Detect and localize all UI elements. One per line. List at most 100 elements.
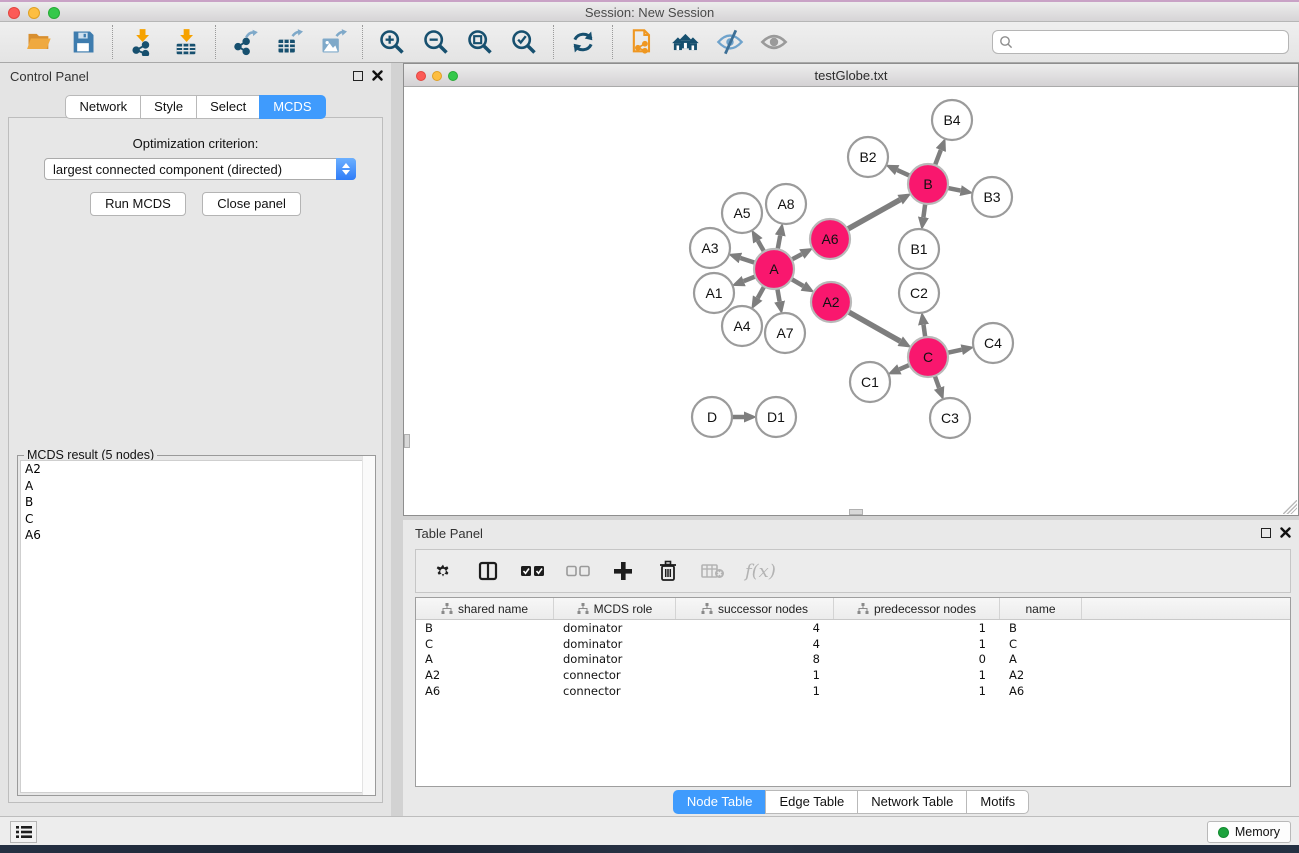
close-panel-icon[interactable] [1280,527,1291,538]
splitter-handle[interactable] [849,509,863,515]
table-cell[interactable]: A2 [416,668,554,682]
show-column-icon[interactable] [475,558,501,584]
table-cell[interactable]: B [416,621,554,635]
mcds-result-scrollbar[interactable] [362,456,375,795]
column-header[interactable]: name [1000,598,1082,619]
table-cell[interactable]: dominator [554,652,676,666]
deselect-all-icon[interactable] [565,558,591,584]
mcds-result-list[interactable]: A2ABCA6 [20,460,373,793]
zoom-fit-icon[interactable] [465,27,495,57]
column-header[interactable]: MCDS role [554,598,676,619]
network-edge-A2-C[interactable] [847,311,901,341]
network-window-titlebar[interactable]: testGlobe.txt [404,64,1298,87]
network-node-label: A2 [822,294,839,310]
add-row-icon[interactable] [610,558,636,584]
table-cell[interactable]: 1 [834,621,1000,635]
mcds-result-item[interactable]: A2 [21,461,372,478]
table-cell[interactable]: 4 [676,621,834,635]
delete-row-icon[interactable] [655,558,681,584]
table-cell[interactable]: B [1000,621,1082,635]
tab-mcds[interactable]: MCDS [259,95,325,119]
task-history-button[interactable] [10,821,37,843]
tab-node-table[interactable]: Node Table [673,790,767,814]
column-settings-gear-icon[interactable] [430,558,456,584]
desktop-background [0,845,1299,853]
refresh-layout-icon[interactable] [568,27,598,57]
table-cell[interactable]: 0 [834,652,1000,666]
export-image-icon[interactable] [318,27,348,57]
table-cell[interactable]: 1 [834,684,1000,698]
table-cell[interactable]: 1 [834,637,1000,651]
search-field[interactable] [992,30,1289,54]
table-cell[interactable]: A [416,652,554,666]
table-cell[interactable]: connector [554,684,676,698]
select-all-icon[interactable] [520,558,546,584]
mcds-result-item[interactable]: A [21,478,372,495]
memory-button[interactable]: Memory [1207,821,1291,843]
tab-network[interactable]: Network [65,95,141,119]
table-row[interactable]: Adominator80A [416,652,1290,668]
float-panel-icon[interactable] [1261,528,1271,538]
save-session-icon[interactable] [68,27,98,57]
delete-table-icon[interactable] [700,558,726,584]
table-row[interactable]: A6connector11A6 [416,683,1290,699]
table-cell[interactable]: 1 [676,668,834,682]
network-from-document-icon[interactable] [627,27,657,57]
show-all-icon[interactable] [759,27,789,57]
table-cell[interactable]: dominator [554,621,676,635]
mcds-result-item[interactable]: A6 [21,527,372,544]
network-node-label: C4 [984,335,1002,351]
open-session-icon[interactable] [24,27,54,57]
table-cell[interactable]: 1 [676,684,834,698]
table-cell[interactable]: C [416,637,554,651]
tab-select[interactable]: Select [196,95,260,119]
optimization-criterion-select[interactable]: largest connected component (directed) [44,158,356,180]
resize-grip-icon[interactable] [1283,500,1297,514]
hide-selected-icon[interactable] [715,27,745,57]
close-panel-icon[interactable] [372,70,383,81]
first-neighbors-icon[interactable] [671,27,701,57]
table-row[interactable]: A2connector11A2 [416,667,1290,683]
function-builder-icon[interactable]: f(x) [745,561,776,582]
search-input[interactable] [1017,35,1282,50]
table-cell[interactable]: A6 [1000,684,1082,698]
tab-style[interactable]: Style [140,95,197,119]
table-row[interactable]: Bdominator41B [416,620,1290,636]
table-cell[interactable]: connector [554,668,676,682]
network-canvas[interactable]: AA1A3A5A8A4A7A6A2BB1B2B3B4CC1C2C3C4DD1 [405,87,1297,515]
mcds-result-item[interactable]: B [21,494,372,511]
table-cell[interactable]: A6 [416,684,554,698]
table-cell[interactable]: A2 [1000,668,1082,682]
zoom-out-icon[interactable] [421,27,451,57]
table-cell[interactable]: 8 [676,652,834,666]
import-table-icon[interactable] [171,27,201,57]
tab-motifs[interactable]: Motifs [966,790,1029,814]
close-panel-button[interactable]: Close panel [202,192,301,216]
column-header-label: predecessor nodes [874,602,976,616]
export-network-icon[interactable] [230,27,260,57]
splitter-handle[interactable] [404,434,410,448]
mcds-result-item[interactable]: C [21,511,372,528]
table-cell[interactable]: dominator [554,637,676,651]
table-cell[interactable]: 1 [834,668,1000,682]
zoom-in-icon[interactable] [377,27,407,57]
tab-edge-table[interactable]: Edge Table [765,790,858,814]
export-table-icon[interactable] [274,27,304,57]
zoom-selected-icon[interactable] [509,27,539,57]
table-cell[interactable]: C [1000,637,1082,651]
table-panel-header: Table Panel [403,520,1299,546]
column-header[interactable]: shared name [416,598,554,619]
column-header[interactable]: successor nodes [676,598,834,619]
tab-network-table[interactable]: Network Table [857,790,967,814]
network-node-label: C1 [861,374,879,390]
table-cell[interactable]: A [1000,652,1082,666]
network-edge-A6-B[interactable] [846,200,900,231]
table-cell[interactable]: 4 [676,637,834,651]
table-toolbar: f(x) [415,549,1291,593]
run-mcds-button[interactable]: Run MCDS [90,192,186,216]
network-node-label: C3 [941,410,959,426]
float-panel-icon[interactable] [353,71,363,81]
import-network-icon[interactable] [127,27,157,57]
table-row[interactable]: Cdominator41C [416,636,1290,652]
column-header[interactable]: predecessor nodes [834,598,1000,619]
